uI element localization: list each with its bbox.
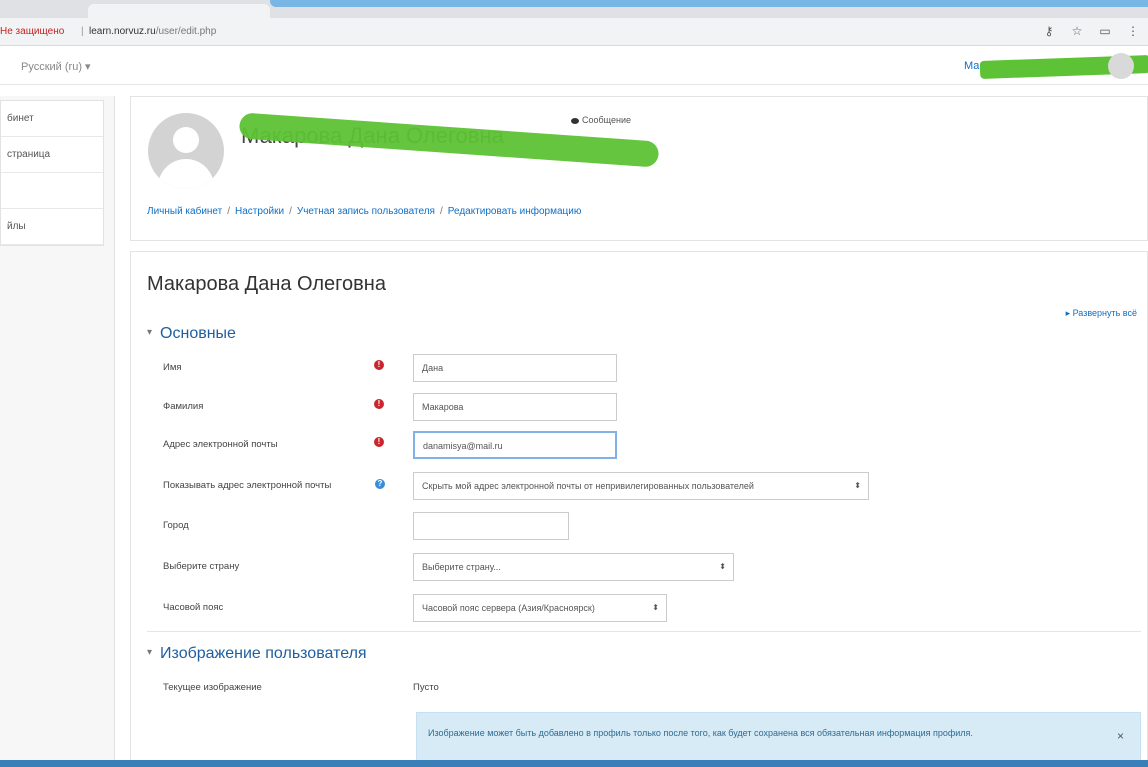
browser-tab[interactable] bbox=[88, 4, 270, 18]
url-text[interactable]: learn.norvuz.ru/user/edit.php bbox=[89, 26, 216, 37]
breadcrumb-divider: / bbox=[227, 206, 231, 217]
current-picture-label: Текущее изображение bbox=[163, 682, 262, 693]
breadcrumb-item[interactable]: Настройки bbox=[235, 206, 284, 217]
timezone-value: Часовой пояс сервера (Азия/Красноярск) bbox=[422, 603, 595, 613]
language-menu[interactable]: Русский (ru) ▾ bbox=[21, 60, 91, 73]
address-separator: | bbox=[81, 26, 84, 37]
firstname-input[interactable]: Дана bbox=[413, 354, 617, 382]
drawer-item-dashboard[interactable]: бинет bbox=[1, 101, 103, 137]
lastname-label: Фамилия bbox=[163, 401, 204, 412]
firstname-label: Имя bbox=[163, 362, 182, 373]
url-path: /user/edit.php bbox=[155, 26, 217, 37]
field-firstname: Имя ! Дана bbox=[163, 354, 1123, 382]
email-input[interactable]: danamisya@mail.ru bbox=[413, 431, 617, 459]
edit-profile-form: Макарова Дана Олеговна ▸ Развернуть всё … bbox=[130, 251, 1148, 767]
info-alert: Изображение может быть добавлено в профи… bbox=[416, 712, 1141, 764]
city-label: Город bbox=[163, 520, 189, 531]
timezone-select[interactable]: Часовой пояс сервера (Азия/Красноярск) ⬍ bbox=[413, 594, 667, 622]
select-arrow-icon: ⬍ bbox=[854, 481, 861, 490]
message-button[interactable]: Сообщение bbox=[571, 115, 631, 125]
breadcrumb-item[interactable]: Учетная запись пользователя bbox=[297, 206, 435, 217]
profile-avatar bbox=[148, 113, 224, 189]
section-picture-title: Изображение пользователя bbox=[160, 645, 367, 662]
key-icon[interactable]: ⚷ bbox=[1042, 24, 1056, 38]
browser-tabstrip bbox=[0, 0, 1148, 18]
message-label: Сообщение bbox=[582, 115, 631, 125]
page-header: Макарова Дана Олеговна Сообщение Личный … bbox=[130, 96, 1148, 241]
avatar-head-shape bbox=[173, 127, 199, 153]
section-divider bbox=[147, 631, 1141, 632]
country-select[interactable]: Выберите страну... ⬍ bbox=[413, 553, 734, 581]
extension-icon[interactable]: ▭ bbox=[1098, 24, 1112, 38]
field-city: Город bbox=[163, 512, 1123, 540]
taskbar-strip bbox=[0, 760, 1148, 767]
drawer-item-files[interactable]: йлы bbox=[1, 209, 103, 245]
page-title: Макарова Дана Олеговна bbox=[147, 273, 386, 295]
country-value: Выберите страну... bbox=[422, 562, 501, 572]
alert-text: Изображение может быть добавлено в профи… bbox=[428, 728, 973, 738]
breadcrumb-divider: / bbox=[289, 206, 292, 217]
field-country: Выберите страну Выберите страну... ⬍ bbox=[163, 553, 1123, 581]
field-maildisplay: Показывать адрес электронной почты ? Скр… bbox=[163, 472, 1123, 500]
field-email: Адрес электронной почты ! danamisya@mail… bbox=[163, 431, 1123, 459]
breadcrumb-divider: / bbox=[439, 206, 443, 217]
star-icon[interactable]: ☆ bbox=[1070, 24, 1084, 38]
user-menu-name[interactable]: Ма bbox=[964, 60, 979, 72]
help-icon[interactable]: ? bbox=[375, 479, 385, 489]
section-general-header[interactable]: ▾ Основные bbox=[147, 325, 236, 343]
field-current-picture: Текущее изображение Пусто bbox=[163, 674, 1123, 702]
breadcrumb-item[interactable]: Редактировать информацию bbox=[448, 206, 582, 217]
maildisplay-value: Скрыть мой адрес электронной почты от не… bbox=[422, 481, 754, 491]
nav-drawer: бинет страница йлы bbox=[0, 96, 115, 767]
field-lastname: Фамилия ! Макарова bbox=[163, 393, 1123, 421]
required-icon: ! bbox=[374, 360, 384, 370]
select-arrow-icon: ⬍ bbox=[719, 562, 726, 571]
tabstrip-accent bbox=[270, 0, 1148, 7]
drawer-item-calendar[interactable] bbox=[1, 173, 103, 209]
select-arrow-icon: ⬍ bbox=[652, 603, 659, 612]
menu-icon[interactable]: ⋮ bbox=[1126, 24, 1140, 38]
breadcrumb-item[interactable]: Личный кабинет bbox=[147, 206, 222, 217]
close-icon[interactable]: × bbox=[1117, 729, 1124, 743]
breadcrumb: Личный кабинет / Настройки / Учетная запись … bbox=[147, 206, 581, 217]
top-navbar: Русский (ru) ▾ Ма bbox=[0, 47, 1148, 85]
drawer-item-home[interactable]: страница bbox=[1, 137, 103, 173]
email-label: Адрес электронной почты bbox=[163, 439, 278, 450]
chevron-down-icon: ▾ bbox=[147, 327, 153, 338]
security-label[interactable]: Не защищено bbox=[0, 26, 64, 37]
city-input[interactable] bbox=[413, 512, 569, 540]
drawer-list: бинет страница йлы bbox=[0, 100, 104, 246]
section-picture-header[interactable]: ▾ Изображение пользователя bbox=[147, 645, 367, 663]
expand-all-link[interactable]: ▸ Развернуть всё bbox=[1066, 308, 1137, 319]
timezone-label: Часовой пояс bbox=[163, 602, 224, 613]
country-label: Выберите страну bbox=[163, 561, 240, 572]
chevron-down-icon: ▾ bbox=[147, 647, 153, 658]
field-timezone: Часовой пояс Часовой пояс сервера (Азия/… bbox=[163, 594, 1123, 622]
avatar-body-shape bbox=[158, 159, 214, 189]
lastname-input[interactable]: Макарова bbox=[413, 393, 617, 421]
url-domain: learn.norvuz.ru bbox=[89, 26, 156, 37]
browser-actions: ⚷ ☆ ▭ ⋮ bbox=[1042, 24, 1140, 38]
user-avatar[interactable] bbox=[1108, 53, 1134, 79]
maildisplay-label: Показывать адрес электронной почты bbox=[163, 480, 332, 491]
maildisplay-select[interactable]: Скрыть мой адрес электронной почты от не… bbox=[413, 472, 869, 500]
required-icon: ! bbox=[374, 437, 384, 447]
section-general-title: Основные bbox=[160, 325, 236, 342]
address-bar[interactable]: Не защищено | learn.norvuz.ru/user/edit.… bbox=[0, 18, 1148, 46]
current-picture-value: Пусто bbox=[413, 682, 439, 693]
message-icon bbox=[571, 117, 579, 124]
required-icon: ! bbox=[374, 399, 384, 409]
